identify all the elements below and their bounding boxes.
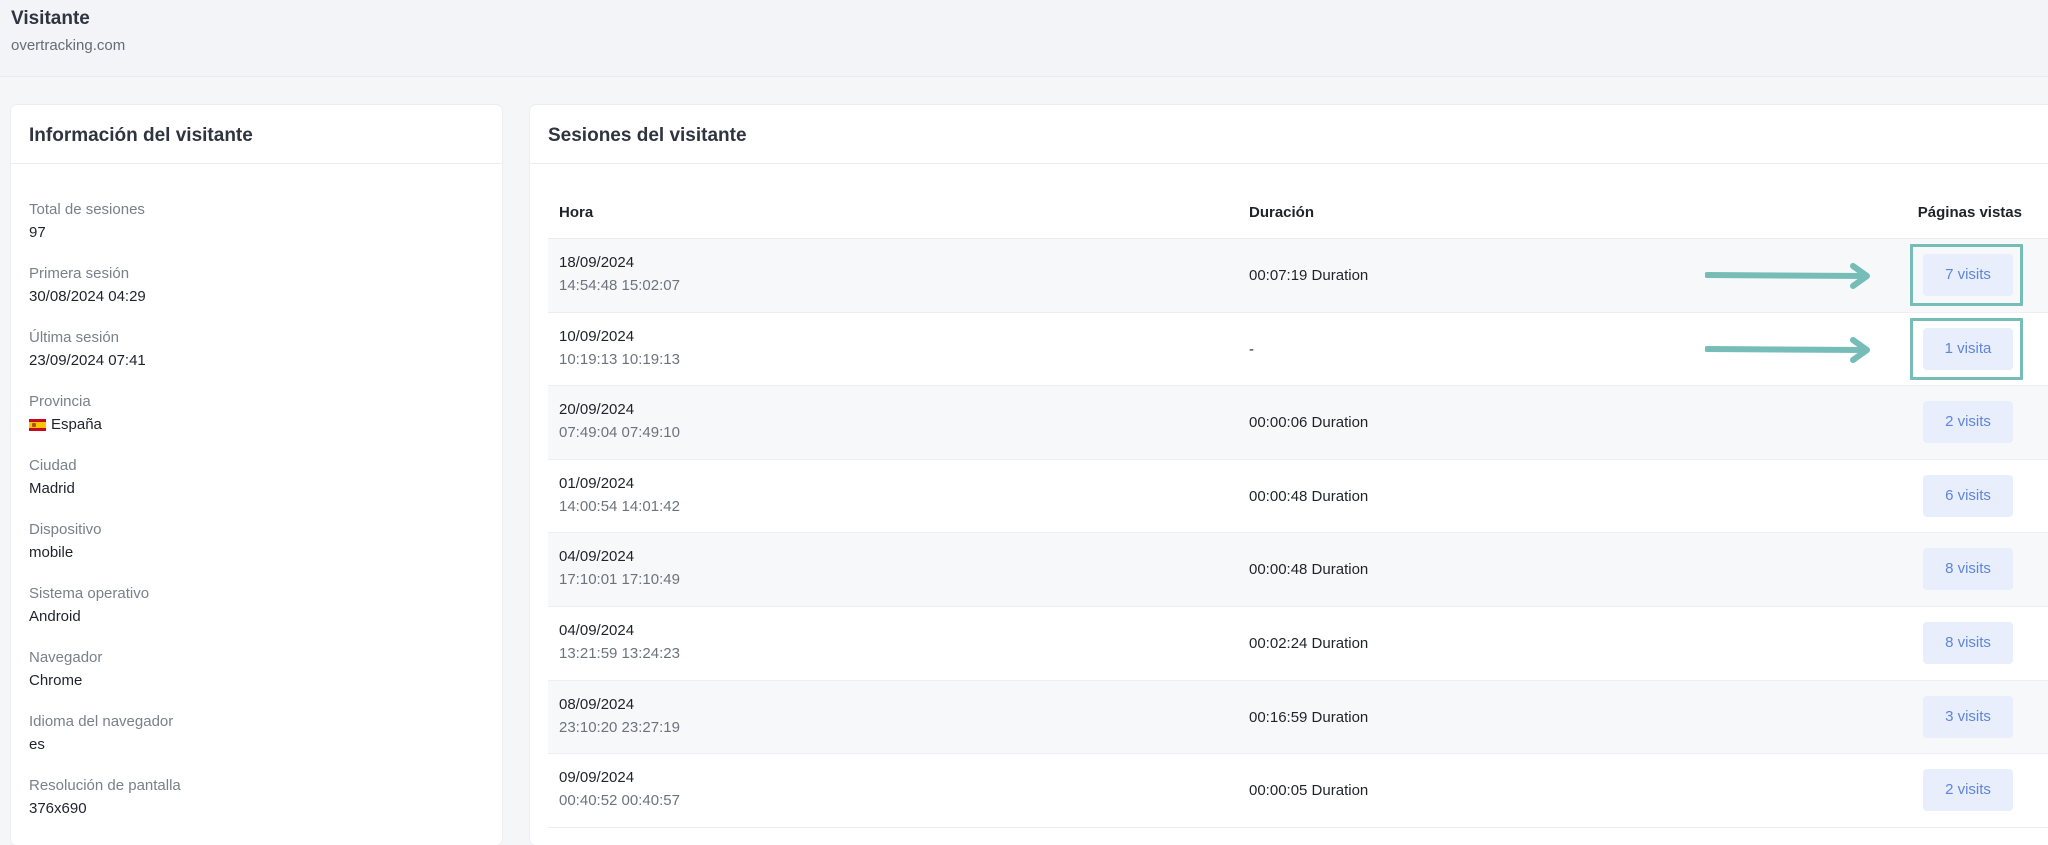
session-times: 10:19:13 10:19:13 [559, 350, 680, 368]
info-item: Última sesión 23/09/2024 07:41 [29, 329, 181, 393]
info-item: Primera sesión 30/08/2024 04:29 [29, 265, 181, 329]
info-label: Primera sesión [29, 265, 130, 282]
sessions-table: Hora Duración Páginas vistas 18/09/2024 1… [548, 187, 2048, 828]
visitor-info-list: Total de sesiones 97 Primera sesión 30/08/2… [29, 201, 181, 841]
table-row: 04/09/2024 17:10:01 17:10:49 00:00:48 Dura… [548, 533, 2048, 607]
session-times: 07:49:04 07:49:10 [559, 424, 680, 442]
info-label: Ciudad [29, 457, 77, 474]
info-item: Resolución de pantalla 376x690 [29, 777, 181, 841]
info-label: Provincia [29, 393, 91, 410]
info-value: Android [29, 608, 181, 626]
info-value: España [29, 416, 181, 434]
info-value: Madrid [29, 480, 181, 498]
session-date: 04/09/2024 [559, 548, 635, 566]
info-value: es [29, 736, 181, 754]
info-label: Última sesión [29, 329, 120, 346]
visitor-info-header: Información del visitante [11, 105, 502, 164]
info-value-text: España [51, 416, 102, 433]
info-value-text: Android [29, 608, 81, 625]
visitor-info-title: Información del visitante [29, 125, 253, 146]
info-value: 376x690 [29, 800, 181, 818]
visits-button[interactable]: 1 visita [1923, 327, 2013, 370]
session-duration: 00:02:24 Duration [1249, 634, 1369, 652]
info-value-text: mobile [29, 544, 74, 561]
session-duration: 00:00:05 Duration [1249, 782, 1369, 800]
info-value: 97 [29, 224, 181, 242]
info-item: Idioma del navegador es [29, 713, 181, 777]
session-duration: 00:07:19 Duration [1249, 267, 1369, 284]
info-value-text: 97 [29, 224, 46, 241]
info-label: Navegador [29, 649, 103, 666]
table-row: 18/09/2024 14:54:48 15:02:07 00:07:19 Dura… [548, 239, 2048, 313]
info-value-text: Chrome [29, 672, 83, 689]
column-header-hora: Hora [559, 204, 594, 221]
info-value-text: 376x690 [29, 800, 87, 817]
session-duration: 00:00:48 Duration [1249, 561, 1369, 579]
session-date: 08/09/2024 [559, 695, 635, 713]
sessions-title: Sesiones del visitante [548, 125, 747, 146]
arrow-right-icon [1705, 263, 1870, 289]
session-times: 13:21:59 13:24:23 [559, 644, 680, 662]
table-row: 01/09/2024 14:00:54 14:01:42 00:00:48 Dura… [548, 460, 2048, 534]
session-date: 10/09/2024 [559, 327, 635, 345]
session-duration: - [1249, 340, 1254, 358]
spain-flag-icon [29, 419, 46, 431]
info-item: Total de sesiones 97 [29, 201, 181, 265]
visits-button[interactable]: 8 visits [1923, 621, 2013, 664]
column-header-duracion: Duración [1249, 204, 1315, 221]
session-date: 20/09/2024 [559, 401, 635, 419]
visits-button[interactable]: 2 visits [1923, 769, 2013, 812]
visits-button[interactable]: 3 visits [1923, 695, 2013, 738]
session-times: 14:54:48 15:02:07 [559, 277, 680, 294]
info-item: Provincia España [29, 393, 181, 457]
page-header: Visitante overtracking.com [0, 0, 2048, 77]
visits-button[interactable]: 7 visits [1923, 254, 2013, 296]
session-date: 09/09/2024 [559, 769, 635, 787]
column-header-paginas: Páginas vistas [1917, 204, 2022, 221]
info-item: Navegador Chrome [29, 649, 181, 713]
info-item: Ciudad Madrid [29, 457, 181, 521]
table-row: 09/09/2024 00:40:52 00:40:57 00:00:05 Dura… [548, 754, 2048, 828]
visitor-info-card: Información del visitante Total de sesio… [11, 105, 502, 845]
info-value-text: 30/08/2024 04:29 [29, 288, 146, 305]
table-header: Hora Duración Páginas vistas [548, 187, 2048, 239]
page-title: Visitante [11, 8, 90, 29]
table-row: 10/09/2024 10:19:13 10:19:13 - 1 visita [548, 313, 2048, 387]
session-date: 01/09/2024 [559, 474, 635, 492]
visits-button[interactable]: 8 visits [1923, 548, 2013, 591]
info-value: Chrome [29, 672, 181, 690]
info-value-text: Madrid [29, 480, 75, 497]
sessions-card: Sesiones del visitante Hora Duración Pág… [530, 105, 2048, 845]
session-times: 23:10:20 23:27:19 [559, 718, 680, 736]
table-row: 20/09/2024 07:49:04 07:49:10 00:00:06 Dura… [548, 386, 2048, 460]
visits-button[interactable]: 2 visits [1923, 401, 2013, 444]
info-value: 30/08/2024 04:29 [29, 288, 181, 306]
info-item: Dispositivo mobile [29, 521, 181, 585]
visits-button[interactable]: 6 visits [1923, 474, 2013, 517]
info-label: Total de sesiones [29, 201, 145, 218]
info-value-text: 23/09/2024 07:41 [29, 352, 146, 369]
session-duration: 00:16:59 Duration [1249, 708, 1369, 726]
info-value: 23/09/2024 07:41 [29, 352, 181, 370]
session-times: 17:10:01 17:10:49 [559, 571, 680, 589]
session-duration: 00:00:06 Duration [1249, 414, 1369, 432]
session-times: 00:40:52 00:40:57 [559, 792, 680, 810]
info-label: Sistema operativo [29, 585, 150, 602]
table-row: 04/09/2024 13:21:59 13:24:23 00:02:24 Dura… [548, 607, 2048, 681]
session-date: 04/09/2024 [559, 621, 635, 639]
sessions-header: Sesiones del visitante [530, 105, 2048, 164]
session-date: 18/09/2024 [559, 254, 635, 271]
arrow-right-icon [1705, 336, 1870, 363]
info-label: Dispositivo [29, 521, 102, 538]
session-duration: 00:00:48 Duration [1249, 487, 1369, 505]
session-times: 14:00:54 14:01:42 [559, 497, 680, 515]
info-item: Sistema operativo Android [29, 585, 181, 649]
info-value: mobile [29, 544, 181, 562]
info-label: Idioma del navegador [29, 713, 174, 730]
page-subtitle: overtracking.com [11, 37, 126, 54]
info-value-text: es [29, 736, 45, 753]
table-row: 08/09/2024 23:10:20 23:27:19 00:16:59 Dura… [548, 680, 2048, 755]
info-label: Resolución de pantalla [29, 777, 181, 794]
table-body: 18/09/2024 14:54:48 15:02:07 00:07:19 Dura… [548, 239, 2048, 828]
